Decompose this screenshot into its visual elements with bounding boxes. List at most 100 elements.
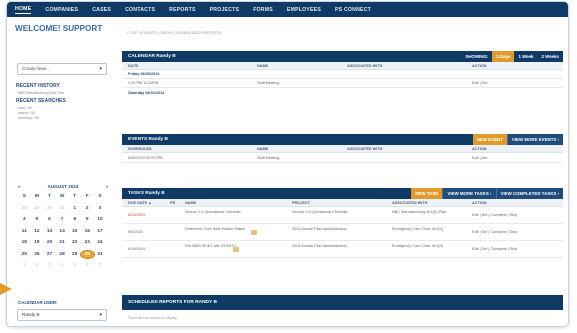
nav-item-reports[interactable]: REPORTS: [169, 7, 195, 13]
calendar-day[interactable]: 22: [68, 239, 81, 246]
calendar-day[interactable]: 16: [81, 228, 94, 235]
calendar-day[interactable]: 12: [31, 228, 44, 235]
task-project[interactable]: 2024 Annual Plan Administration: [292, 244, 354, 249]
calendar-day[interactable]: 6: [81, 262, 94, 269]
event-actions[interactable]: Edit | Del: [472, 81, 487, 85]
recent-search-item[interactable]: workshop / 90: [18, 116, 39, 120]
recent-search-item[interactable]: work / 60: [18, 106, 32, 110]
calendar-day[interactable]: 3: [43, 262, 56, 269]
recent-search-item[interactable]: search / 30: [18, 111, 35, 115]
chevron-down-icon: ▾: [99, 312, 102, 318]
calendar-day[interactable]: 6: [43, 216, 56, 223]
calendar-day[interactable]: 2: [31, 262, 44, 269]
view-completed-tasks-button[interactable]: VIEW COMPLETED TASKS ›: [495, 188, 563, 199]
calendar-day[interactable]: 24: [94, 239, 107, 246]
nav-item-ps-connect[interactable]: PS CONNECT: [335, 7, 371, 13]
calendar-day[interactable]: 27: [43, 251, 56, 258]
calendar-day[interactable]: 15: [68, 228, 81, 235]
new-task-button[interactable]: NEW TASK: [411, 188, 443, 199]
recent-searches-heading: RECENT SEARCHES: [16, 98, 66, 104]
task-name[interactable]: Determine Core Safe Harbor Status: [185, 227, 247, 232]
calendar-day[interactable]: 10: [94, 216, 107, 223]
calendar-day[interactable]: 13: [43, 228, 56, 235]
table-row[interactable]: 9/3/2024 Determine Core Safe Harbor Statu…: [122, 224, 563, 241]
calendar-day[interactable]: 3: [94, 205, 107, 212]
task-project[interactable]: Secure 2.0 Operational Checklist: [292, 210, 354, 215]
recent-history-item[interactable]: NBC Manufacturing Work Plan: [18, 91, 64, 95]
calendar-day[interactable]: 1: [68, 205, 81, 212]
breadcrumb[interactable]: ⌂ TOP | EVENTS | TASKS | SCHEDULED REPOR…: [126, 30, 221, 35]
task-actions[interactable]: Edit | Del | Complete | Skip: [472, 247, 517, 251]
top-nav: HOME COMPANIES CASES CONTACTS REPORTS PROJECT…: [7, 2, 568, 17]
calendar-prev-button[interactable]: «: [18, 184, 21, 189]
view-more-events-button[interactable]: VIEW MORE EVENTS ›: [506, 134, 563, 145]
calendar-day[interactable]: 2: [81, 205, 94, 212]
calendar-day[interactable]: 5: [68, 262, 81, 269]
table-row[interactable]: 8/23/2024 Secure 2.0 Operational Checklis…: [122, 207, 563, 224]
new-event-button[interactable]: NEW EVENT: [472, 134, 507, 145]
calendar-day[interactable]: 14: [56, 228, 69, 235]
column-header[interactable]: DUE DATE ▲: [128, 201, 152, 205]
nav-item-home[interactable]: HOME: [15, 6, 32, 14]
calendar-user-select[interactable]: Randy B ▾: [17, 309, 107, 321]
task-actions[interactable]: Edit | Del | Complete | Skip: [472, 230, 517, 234]
event-name[interactable]: Staff Meeting: [257, 81, 279, 85]
nav-item-forms[interactable]: FORMS: [253, 7, 273, 13]
task-associated-with[interactable]: Emergency Care Clinic 401(K): [392, 227, 462, 232]
calendar-day[interactable]: 8: [68, 216, 81, 223]
nav-item-projects[interactable]: PROJECTS: [210, 7, 240, 13]
task-associated-with[interactable]: NBC Manufacturing 401(K) Plan: [392, 210, 462, 215]
calendar-day[interactable]: 29: [31, 205, 44, 212]
calendar-day[interactable]: 28: [18, 205, 31, 212]
create-new-select[interactable]: Create New... ▾: [17, 63, 107, 75]
task-associated-with[interactable]: Emergency Care Clinic 401(K): [392, 244, 462, 249]
calendar-day[interactable]: 7: [94, 262, 107, 269]
calendar-day[interactable]: 11: [18, 228, 31, 235]
calendar-day[interactable]: 4: [56, 262, 69, 269]
calendar-event-row[interactable]: 2:00 PM 11:30PM Staff Meeting Edit | Del: [122, 79, 563, 88]
calendar-day[interactable]: 19: [31, 239, 44, 246]
events-panel-title: EVENTS Randy B: [128, 137, 168, 142]
range-2-weeks-button[interactable]: 2 Weeks: [538, 51, 564, 62]
task-actions[interactable]: Edit | Del | Complete | Skip: [472, 213, 517, 217]
nav-item-contacts[interactable]: CONTACTS: [125, 7, 155, 13]
attachment-icon[interactable]: [251, 230, 257, 235]
app-window: HOME COMPANIES CASES CONTACTS REPORTS PROJECT…: [6, 1, 569, 327]
recent-history-heading: RECENT HISTORY: [16, 83, 60, 89]
calendar-day[interactable]: 1: [18, 262, 31, 269]
task-project[interactable]: 2024 Annual Plan Administration: [292, 227, 354, 232]
calendar-next-button[interactable]: »: [105, 184, 108, 189]
nav-item-employees[interactable]: EMPLOYEES: [287, 7, 321, 13]
event-name[interactable]: Staff Meeting: [257, 156, 279, 160]
calendar-day[interactable]: 5: [31, 216, 44, 223]
scheduled-reports-title: SCHEDULED REPORTS FOR RANDY B: [122, 295, 563, 310]
table-row[interactable]: 9/15/2024 File 5500-SF/EZ with EFAST2 2024…: [122, 241, 563, 258]
calendar-day[interactable]: 31: [94, 251, 107, 258]
calendar-day[interactable]: 4: [18, 216, 31, 223]
range-3-days-button[interactable]: 3 Days: [492, 51, 515, 62]
calendar-day[interactable]: 20: [43, 239, 56, 246]
calendar-day[interactable]: 18: [18, 239, 31, 246]
range-1-week-button[interactable]: 1 Week: [514, 51, 537, 62]
attachment-icon[interactable]: [233, 247, 239, 252]
calendar-day[interactable]: 31: [56, 205, 69, 212]
calendar-day[interactable]: 9: [81, 216, 94, 223]
column-header: NAME: [257, 146, 269, 151]
calendar-day[interactable]: 17: [94, 228, 107, 235]
calendar-day[interactable]: 7: [56, 216, 69, 223]
view-more-tasks-button[interactable]: VIEW MORE TASKS ›: [442, 188, 496, 199]
nav-item-companies[interactable]: COMPANIES: [45, 7, 78, 13]
calendar-day[interactable]: 28: [56, 251, 69, 258]
calendar-day[interactable]: 29: [68, 251, 81, 258]
task-name[interactable]: Secure 2.0 Operational Checklist: [185, 210, 247, 215]
calendar-day-today[interactable]: 30: [80, 250, 94, 258]
table-row[interactable]: 8/30/2024 02:00 PM Staff Meeting Edit | …: [122, 153, 563, 163]
calendar-day[interactable]: 23: [81, 239, 94, 246]
calendar-day[interactable]: 21: [56, 239, 69, 246]
nav-item-cases[interactable]: CASES: [92, 7, 111, 13]
calendar-day[interactable]: 30: [43, 205, 56, 212]
calendar-day[interactable]: 25: [18, 251, 31, 258]
calendar-day[interactable]: 26: [31, 251, 44, 258]
event-actions[interactable]: Edit | Del: [472, 156, 487, 160]
calendar-user-label: CALENDAR USER:: [18, 300, 58, 305]
